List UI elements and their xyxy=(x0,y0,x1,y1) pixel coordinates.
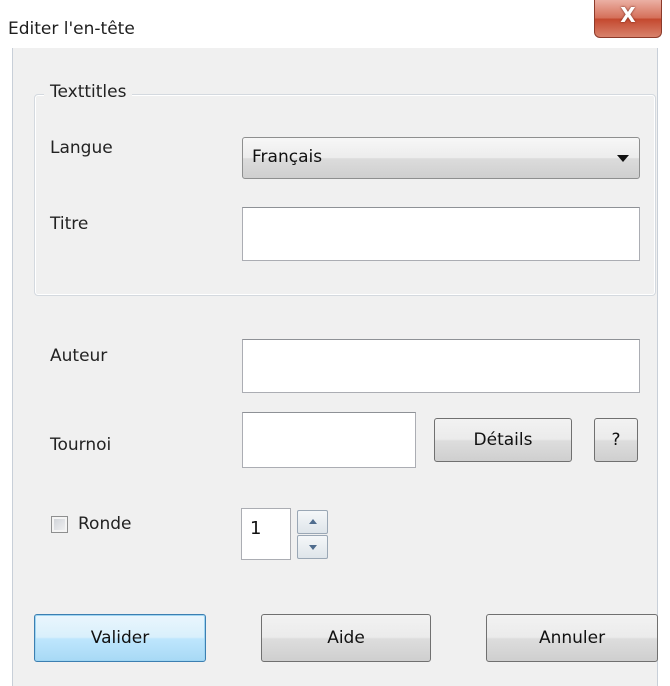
round-label: Ronde xyxy=(78,514,132,534)
title-label: Titre xyxy=(50,214,89,234)
cancel-button[interactable]: Annuler xyxy=(486,614,658,662)
close-button[interactable]: X xyxy=(594,0,662,38)
spin-up-button[interactable] xyxy=(297,510,328,534)
arrow-down-icon xyxy=(309,545,317,550)
chevron-down-icon xyxy=(617,155,629,162)
title-input[interactable] xyxy=(242,207,640,261)
arrow-up-icon xyxy=(309,519,317,524)
validate-button[interactable]: Valider xyxy=(34,614,206,662)
round-spinner-input[interactable] xyxy=(241,508,291,560)
tournament-input[interactable] xyxy=(242,412,416,468)
author-label: Auteur xyxy=(50,346,108,366)
help-button[interactable]: Aide xyxy=(261,614,431,662)
spin-down-button[interactable] xyxy=(297,535,328,559)
language-select-value: Français xyxy=(252,147,323,167)
author-input[interactable] xyxy=(242,339,640,393)
language-select[interactable]: Français xyxy=(242,137,640,179)
group-label: Texttitles xyxy=(44,82,133,102)
close-icon: X xyxy=(620,3,636,27)
round-checkbox[interactable] xyxy=(51,516,68,533)
window-title: Editer l'en-tête xyxy=(8,19,135,39)
texttitles-group xyxy=(34,94,656,296)
help-question-button[interactable]: ? xyxy=(594,418,638,462)
details-button[interactable]: Détails xyxy=(434,418,572,462)
title-bar: Editer l'en-tête X xyxy=(0,0,670,48)
language-label: Langue xyxy=(50,138,113,158)
tournament-label: Tournoi xyxy=(50,435,112,455)
round-spinner-value: 1 xyxy=(250,518,262,539)
